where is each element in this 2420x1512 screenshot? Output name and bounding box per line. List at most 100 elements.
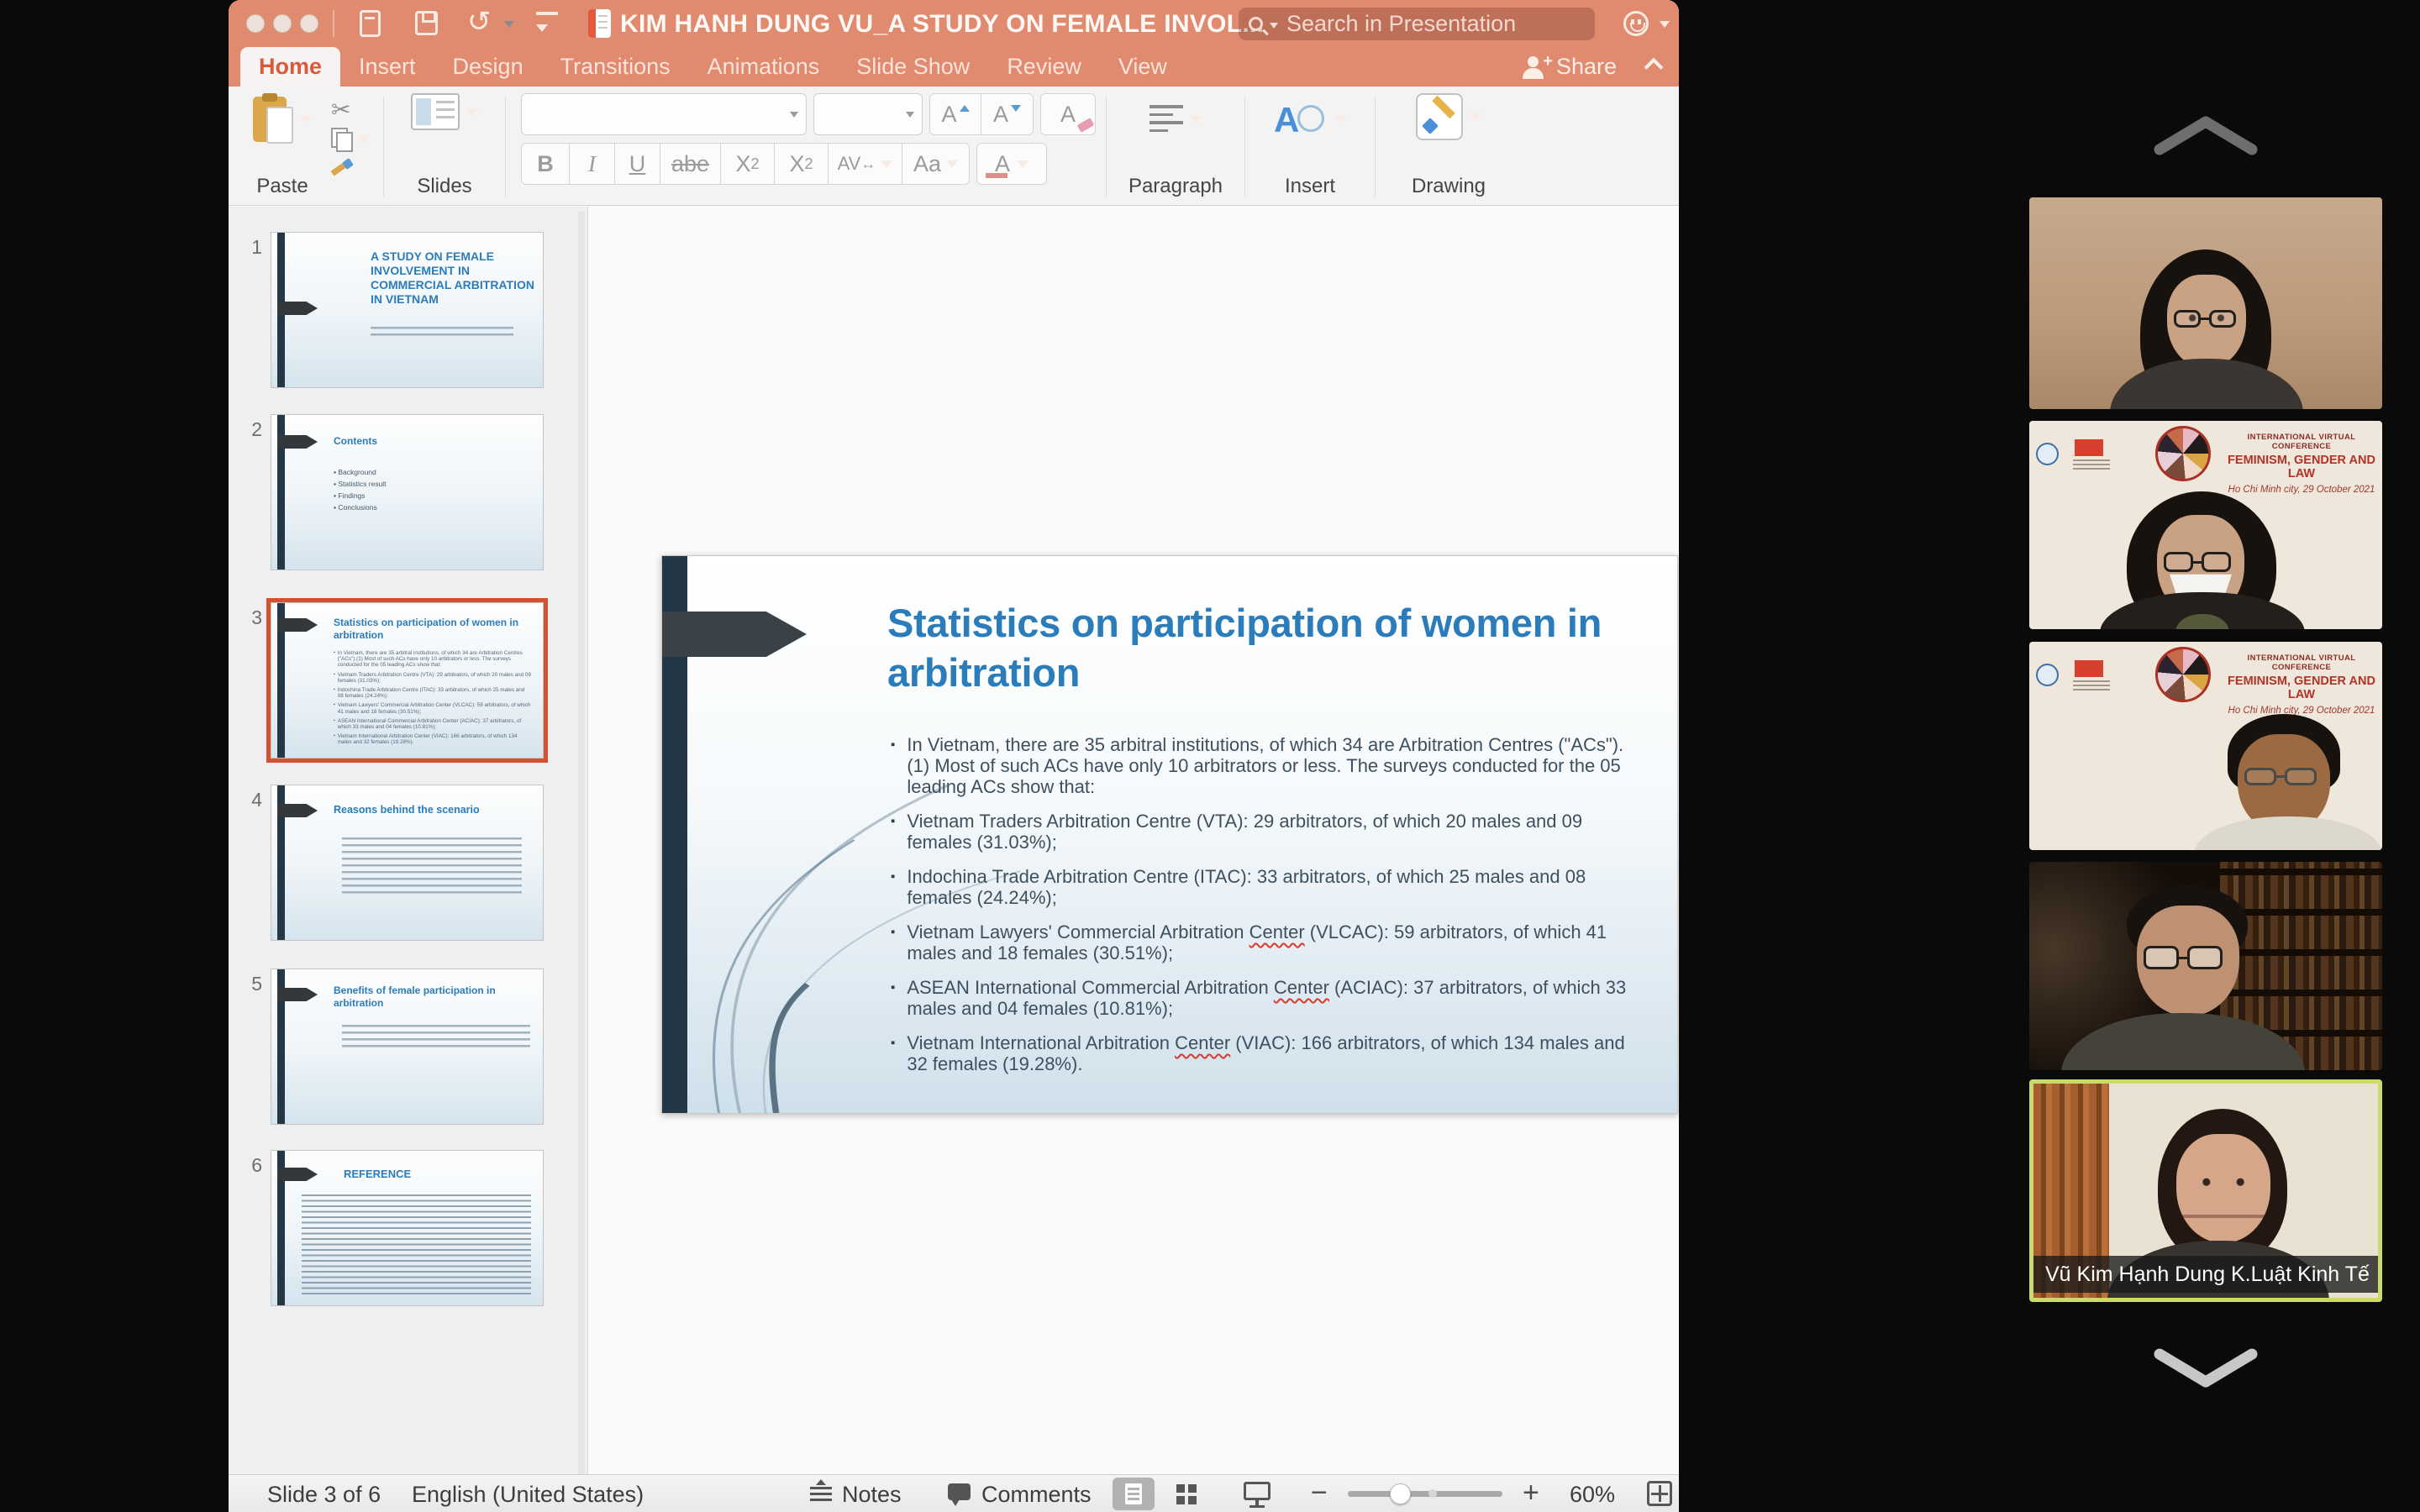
clipboard-tools: ✂ (331, 98, 370, 200)
slideshow-view-icon[interactable] (1244, 1482, 1270, 1500)
undo-dropdown-icon[interactable] (504, 21, 514, 28)
zoom-slider-thumb[interactable] (1390, 1483, 1411, 1504)
zoom-out-button[interactable]: − (1311, 1477, 1328, 1509)
slide-body-text[interactable]: ▪In Vietnam, there are 35 arbitral insti… (891, 734, 1635, 1074)
search-icon (1249, 17, 1263, 31)
paste-dropdown-icon[interactable] (300, 116, 312, 123)
slide-number: 4 (240, 789, 262, 811)
superscript-button[interactable]: X2 (721, 143, 775, 185)
slide-title[interactable]: Statistics on participation of women in … (887, 598, 1678, 697)
insert-label[interactable]: Insert (1285, 175, 1335, 200)
slide-thumbnail-3-selected[interactable]: Statistics on participation of women in … (271, 602, 544, 759)
paragraph-label[interactable]: Paragraph (1128, 175, 1223, 200)
glasses-icon (2174, 310, 2236, 328)
paste-label[interactable]: Paste (256, 175, 308, 200)
share-label: Share (1556, 54, 1617, 80)
slide-thumbnail-4[interactable]: Reasons behind the scenario (271, 785, 544, 941)
normal-view-button[interactable] (1113, 1478, 1155, 1510)
font-size-select[interactable] (813, 93, 923, 135)
tab-animations[interactable]: Animations (689, 47, 839, 87)
participant-silhouette (2029, 862, 2382, 1070)
cut-icon[interactable]: ✂ (331, 98, 350, 122)
participant-video-1[interactable] (2029, 197, 2382, 409)
zoom-default-dot (1428, 1489, 1437, 1498)
paragraph-dropdown-icon[interactable] (1190, 116, 1202, 123)
tab-insert[interactable]: Insert (340, 47, 434, 87)
share-button[interactable]: + Share (1523, 47, 1617, 87)
participant-video-5-active[interactable]: Vũ Kim Hạnh Dung K.Luật Kinh Tế (2029, 1079, 2382, 1302)
slide-thumbnail-6[interactable]: REFERENCE (271, 1150, 544, 1306)
language-selector[interactable]: English (United States) (412, 1482, 644, 1508)
search-scope-dropdown-icon[interactable] (1270, 23, 1278, 29)
subscript-button[interactable]: X2 (775, 143, 829, 185)
slide-bullet: ▪Vietnam International Arbitration Cente… (891, 1032, 1635, 1074)
comments-button[interactable]: Comments (981, 1482, 1092, 1508)
tab-review[interactable]: Review (988, 47, 1100, 87)
new-slide-icon[interactable] (411, 93, 460, 130)
zoom-slider[interactable] (1348, 1491, 1502, 1497)
grow-font-button[interactable]: A (929, 93, 981, 135)
close-window-button[interactable] (246, 14, 265, 33)
tab-view[interactable]: View (1100, 47, 1186, 87)
font-name-select[interactable] (521, 93, 807, 135)
bold-button[interactable]: B (521, 143, 570, 185)
character-spacing-button[interactable]: AV↔ (829, 143, 902, 185)
drawing-dropdown-icon[interactable] (1470, 113, 1481, 121)
slide-thumbnail-1[interactable]: A STUDY ON FEMALE INVOLVEMENT IN COMMERC… (271, 232, 544, 388)
insert-dropdown-icon[interactable] (1334, 115, 1346, 123)
clear-formatting-button[interactable]: A (1040, 93, 1096, 135)
save-icon[interactable] (415, 11, 438, 35)
copy-dropdown-icon[interactable] (358, 135, 370, 143)
drawing-label[interactable]: Drawing (1412, 175, 1486, 200)
comments-icon[interactable] (948, 1483, 971, 1500)
scroll-participants-down-icon[interactable] (2151, 1342, 2260, 1393)
font-color-button[interactable]: A (976, 143, 1047, 185)
italic-button[interactable]: I (570, 143, 615, 185)
undo-icon[interactable]: ↺ (467, 5, 492, 39)
new-file-icon[interactable] (360, 10, 381, 37)
slide-thumbnail-5[interactable]: Benefits of female participation in arbi… (271, 969, 544, 1125)
tab-home[interactable]: Home (240, 47, 340, 87)
underline-button[interactable]: U (615, 143, 660, 185)
drawing-icon[interactable] (1416, 93, 1463, 140)
participant-video-3[interactable]: INTERNATIONAL VIRTUAL CONFERENCE FEMINIS… (2029, 642, 2382, 850)
redo-icon[interactable] (536, 12, 558, 37)
tab-slide-show[interactable]: Slide Show (838, 47, 988, 87)
slides-label[interactable]: Slides (417, 175, 471, 200)
share-person-icon: + (1523, 55, 1548, 79)
paragraph-icon[interactable] (1150, 105, 1183, 134)
group-divider (383, 97, 384, 197)
collapse-ribbon-icon[interactable] (1644, 58, 1664, 77)
font-group: A A A B I U abe X2 X2 AV↔ Aa A (521, 93, 1096, 200)
format-painter-icon[interactable] (331, 158, 355, 176)
shrink-font-button[interactable]: A (981, 93, 1034, 135)
slide-thumbnail-2[interactable]: Contents ▪ Background ▪ Statistics resul… (271, 414, 544, 570)
notes-button[interactable]: Notes (842, 1482, 902, 1508)
minimize-window-button[interactable] (273, 14, 292, 33)
feedback-smiley-icon[interactable] (1623, 11, 1649, 36)
search-input[interactable] (1286, 11, 1564, 37)
tab-transitions[interactable]: Transitions (542, 47, 689, 87)
participant-video-2[interactable]: INTERNATIONAL VIRTUAL CONFERENCE FEMINIS… (2029, 421, 2382, 629)
slide-sorter-view-icon[interactable] (1176, 1484, 1197, 1504)
copy-icon[interactable] (331, 128, 351, 150)
insert-text-icon[interactable]: A (1274, 98, 1328, 139)
fit-slide-to-window-icon[interactable] (1647, 1481, 1672, 1506)
scroll-participants-up-icon[interactable] (2151, 111, 2260, 161)
paste-icon[interactable] (253, 93, 293, 145)
strikethrough-button[interactable]: abe (660, 143, 721, 185)
notes-icon[interactable] (810, 1487, 832, 1504)
change-case-button[interactable]: Aa (902, 143, 970, 185)
thumbnail-scrollbar[interactable] (578, 212, 585, 1479)
zoom-in-button[interactable]: + (1523, 1477, 1539, 1509)
current-slide-canvas[interactable]: Statistics on participation of women in … (661, 555, 1678, 1114)
slide-thumbnail-panel: 1 A STUDY ON FEMALE INVOLVEMENT IN COMME… (229, 207, 588, 1474)
zoom-window-button[interactable] (300, 14, 318, 33)
glasses-icon (2164, 552, 2231, 572)
tab-design[interactable]: Design (434, 47, 542, 87)
feedback-dropdown-icon[interactable] (1660, 21, 1670, 28)
participant-video-4[interactable] (2029, 862, 2382, 1070)
slide-bullet: ▪Vietnam Traders Arbitration Centre (VTA… (891, 811, 1635, 853)
search-box[interactable] (1239, 8, 1595, 40)
new-slide-dropdown-icon[interactable] (466, 108, 478, 116)
